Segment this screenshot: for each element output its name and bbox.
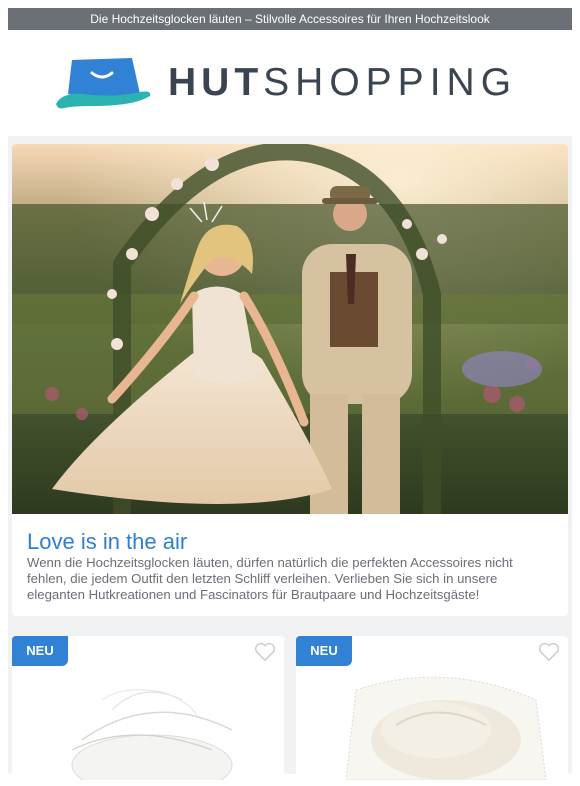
hero-card[interactable]: Love is in the air Wenn die Hochzeitsglo… [12,144,568,616]
brand-logo[interactable]: HUTSHOPPING [54,56,534,114]
heart-icon[interactable] [254,642,276,662]
promo-banner[interactable]: Die Hochzeitsglocken läuten – Stilvolle … [8,8,572,30]
product-image[interactable] [12,670,284,780]
hero-title: Love is in the air [27,529,188,554]
hero-description: Wenn die Hochzeitsglocken läuten, dürfen… [27,555,513,602]
product-card[interactable]: NEU [296,636,568,786]
brand-name-bold: HUT [168,61,264,104]
brand-name: HUTSHOPPING [168,59,517,107]
brand-name-light: SHOPPING [263,61,518,104]
new-badge: NEU [12,636,68,666]
promo-banner-text: Die Hochzeitsglocken läuten – Stilvolle … [90,12,490,26]
heart-icon[interactable] [538,642,560,662]
product-card[interactable]: NEU [12,636,284,786]
hat-icon [56,58,151,109]
new-badge: NEU [296,636,352,666]
product-image[interactable] [296,670,568,780]
hero-image[interactable] [12,144,568,514]
